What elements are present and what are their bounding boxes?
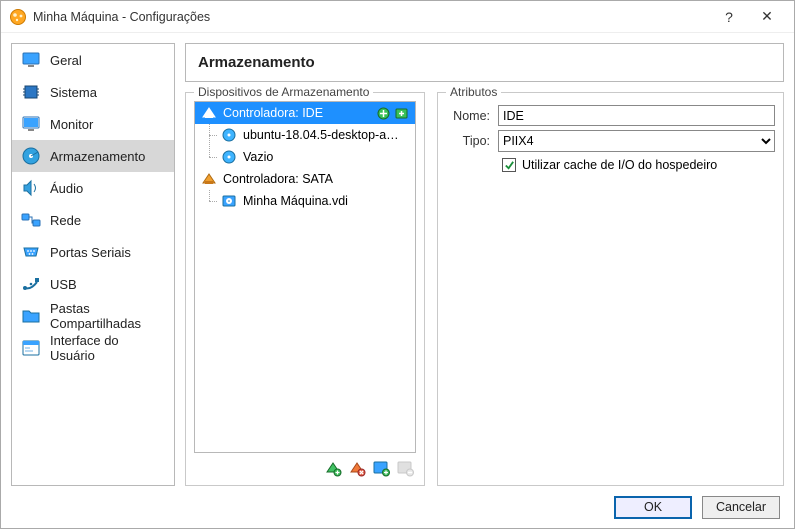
- type-label: Tipo:: [446, 134, 490, 148]
- attributes-column: Atributos Nome: Tipo: PIIX4: [437, 92, 784, 486]
- disc-icon: [221, 127, 237, 143]
- display-icon: [21, 114, 41, 134]
- sidebar-item-sistema[interactable]: Sistema: [12, 76, 174, 108]
- controller-sata[interactable]: Controladora: SATA: [195, 168, 415, 190]
- storage-icon: [21, 146, 41, 166]
- dialog-footer: OK Cancelar: [1, 486, 794, 528]
- sidebar-item-monitor[interactable]: Monitor: [12, 108, 174, 140]
- sidebar-item-geral[interactable]: Geral: [12, 44, 174, 76]
- titlebar: Minha Máquina - Configurações ? ✕: [1, 1, 794, 33]
- name-input[interactable]: [498, 105, 775, 126]
- sidebar-item-usb[interactable]: USB: [12, 268, 174, 300]
- sidebar-item-label: Interface do Usuário: [50, 333, 165, 363]
- tree-label: Minha Máquina.vdi: [243, 194, 409, 208]
- cancel-button[interactable]: Cancelar: [702, 496, 780, 519]
- add-attachment-button[interactable]: [372, 459, 390, 477]
- sidebar-item-label: Rede: [50, 213, 81, 228]
- app-icon: [9, 8, 27, 26]
- controller-actions: [376, 106, 409, 121]
- tree-label: Controladora: SATA: [223, 172, 409, 186]
- sidebar-item-portas[interactable]: Portas Seriais: [12, 236, 174, 268]
- sidebar-item-label: Portas Seriais: [50, 245, 131, 260]
- tree-label: Vazio: [243, 150, 409, 164]
- ui-icon: [21, 338, 41, 358]
- device-ubuntu-iso[interactable]: ubuntu-18.04.5-desktop-amd64.iso: [195, 124, 415, 146]
- remove-controller-button[interactable]: [348, 459, 366, 477]
- tree-label: Controladora: IDE: [223, 106, 376, 120]
- sidebar-item-label: Geral: [50, 53, 82, 68]
- sidebar-item-pastas[interactable]: Pastas Compartilhadas: [12, 300, 174, 332]
- device-empty[interactable]: Vazio: [195, 146, 415, 168]
- hdd-icon: [221, 193, 237, 209]
- sidebar-item-label: Sistema: [50, 85, 97, 100]
- attributes-legend: Atributos: [446, 85, 501, 99]
- sidebar-item-label: Armazenamento: [50, 149, 145, 164]
- sidebar-item-interface[interactable]: Interface do Usuário: [12, 332, 174, 364]
- serial-port-icon: [21, 242, 41, 262]
- disc-icon: [221, 149, 237, 165]
- sidebar-item-audio[interactable]: Áudio: [12, 172, 174, 204]
- add-optical-icon[interactable]: [376, 106, 391, 121]
- type-row: Tipo: PIIX4: [446, 130, 775, 152]
- usb-icon: [21, 274, 41, 294]
- storage-column: Dispositivos de Armazenamento Controlado…: [185, 92, 425, 486]
- window-title: Minha Máquina - Configurações: [33, 10, 210, 24]
- host-cache-label: Utilizar cache de I/O do hospedeiro: [522, 158, 717, 172]
- content-row: Dispositivos de Armazenamento Controlado…: [185, 92, 784, 486]
- sidebar-item-label: Áudio: [50, 181, 83, 196]
- sidebar-item-rede[interactable]: Rede: [12, 204, 174, 236]
- storage-legend: Dispositivos de Armazenamento: [194, 85, 373, 99]
- device-vdi[interactable]: Minha Máquina.vdi: [195, 190, 415, 212]
- chip-icon: [21, 82, 41, 102]
- folder-icon: [21, 306, 41, 326]
- sidebar: Geral Sistema Monitor Armazenamento: [11, 43, 175, 486]
- close-button[interactable]: ✕: [748, 1, 786, 33]
- sidebar-item-armazenamento[interactable]: Armazenamento: [12, 140, 174, 172]
- name-row: Nome:: [446, 105, 775, 126]
- controller-ide[interactable]: Controladora: IDE: [195, 102, 415, 124]
- add-controller-button[interactable]: [324, 459, 342, 477]
- sata-controller-icon: [201, 171, 217, 187]
- storage-fieldset: Dispositivos de Armazenamento Controlado…: [185, 92, 425, 486]
- main-panel: Armazenamento Dispositivos de Armazename…: [185, 43, 784, 486]
- ok-button[interactable]: OK: [614, 496, 692, 519]
- storage-toolbar: [194, 453, 416, 479]
- name-label: Nome:: [446, 109, 490, 123]
- monitor-general-icon: [21, 50, 41, 70]
- page-title: Armazenamento: [198, 54, 771, 71]
- speaker-icon: [21, 178, 41, 198]
- sidebar-item-label: Monitor: [50, 117, 93, 132]
- network-icon: [21, 210, 41, 230]
- host-cache-row[interactable]: Utilizar cache de I/O do hospedeiro: [446, 158, 775, 172]
- add-harddisk-icon[interactable]: [394, 106, 409, 121]
- attributes-fieldset: Atributos Nome: Tipo: PIIX4: [437, 92, 784, 486]
- dialog-body: Geral Sistema Monitor Armazenamento: [1, 33, 794, 486]
- checkbox-checked-icon[interactable]: [502, 158, 516, 172]
- settings-window: Minha Máquina - Configurações ? ✕ Geral …: [0, 0, 795, 529]
- type-select[interactable]: PIIX4: [498, 130, 775, 152]
- sidebar-item-label: USB: [50, 277, 77, 292]
- ide-controller-icon: [201, 105, 217, 121]
- remove-attachment-button[interactable]: [396, 459, 414, 477]
- sidebar-item-label: Pastas Compartilhadas: [50, 301, 165, 331]
- storage-tree[interactable]: Controladora: IDE: [194, 101, 416, 453]
- page-header: Armazenamento: [185, 43, 784, 82]
- tree-label: ubuntu-18.04.5-desktop-amd64.iso: [243, 128, 409, 142]
- help-button[interactable]: ?: [710, 1, 748, 33]
